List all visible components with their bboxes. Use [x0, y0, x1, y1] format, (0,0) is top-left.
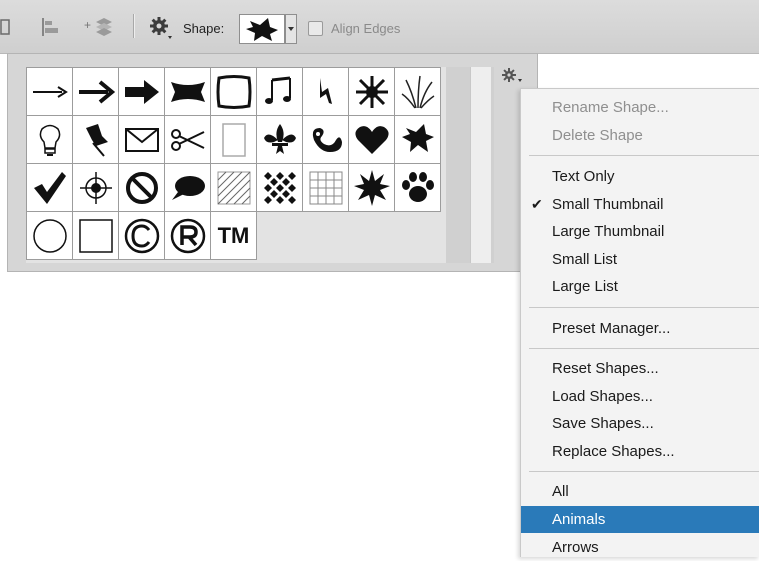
shape-checkmark[interactable] [27, 164, 73, 212]
menu-item-all[interactable]: All [521, 478, 759, 505]
path-operations-icon[interactable] [0, 18, 14, 43]
menu-separator [529, 348, 759, 349]
shape-speech-bubble[interactable] [165, 164, 211, 212]
gear-icon[interactable] [148, 15, 174, 46]
menu-separator [529, 471, 759, 472]
shape-bold-arrow[interactable] [73, 68, 119, 116]
shape-picker-caret[interactable] [285, 14, 297, 44]
menu-separator [529, 155, 759, 156]
shape-music-note[interactable] [257, 68, 303, 116]
shape-heart[interactable] [349, 116, 395, 164]
menu-item-replace-shapes[interactable]: Replace Shapes... [521, 438, 759, 465]
trademark-text: TM [217, 222, 250, 248]
shape-picker-button[interactable] [239, 14, 285, 44]
shape-checker-diamond[interactable] [257, 164, 303, 212]
shape-copyright[interactable] [119, 212, 165, 260]
shape-blank-page[interactable] [211, 116, 257, 164]
shape-picker-panel: TM [7, 53, 538, 272]
align-edges-checkbox[interactable] [308, 21, 323, 36]
shape-lightning-bolt[interactable] [303, 68, 349, 116]
shape-starburst[interactable] [349, 68, 395, 116]
shape-puzzle-splat[interactable] [395, 116, 441, 164]
menu-item-load-shapes[interactable]: Load Shapes... [521, 383, 759, 410]
menu-item-small-list[interactable]: Small List [521, 246, 759, 273]
shape-fleur-de-lis[interactable] [257, 116, 303, 164]
menu-item-reset-shapes[interactable]: Reset Shapes... [521, 355, 759, 382]
shape-picker-icon [246, 18, 278, 41]
path-arrangement-icon[interactable]: + [84, 15, 114, 44]
shape-label: Shape: [183, 21, 225, 36]
menu-item-delete-shape[interactable]: Delete Shape [521, 122, 759, 149]
menu-item-large-list[interactable]: Large List [521, 273, 759, 300]
shape-light-bulb[interactable] [27, 116, 73, 164]
svg-text:+: + [84, 18, 91, 32]
menu-item-animals[interactable]: Animals [521, 506, 759, 533]
shape-heavy-arrow[interactable] [119, 68, 165, 116]
menu-separator [529, 307, 759, 308]
menu-item-arrows[interactable]: Arrows [521, 534, 759, 561]
shape-diagonal-lines[interactable] [211, 164, 257, 212]
scrollbar-thumb[interactable] [470, 67, 491, 263]
shape-trademark[interactable]: TM [211, 212, 257, 260]
shape-envelope[interactable] [119, 116, 165, 164]
menu-item-large-thumbnail[interactable]: Large Thumbnail [521, 218, 759, 245]
options-bar: + Shape: Align Edges [0, 0, 759, 54]
menu-item-small-thumbnail[interactable]: ✔ Small Thumbnail [521, 191, 759, 218]
menu-item-preset-manager[interactable]: Preset Manager... [521, 315, 759, 342]
shape-picker-context-menu: Rename Shape... Delete Shape Text Only ✔… [520, 88, 759, 557]
checkmark-icon: ✔ [531, 196, 543, 212]
shape-frame-square[interactable] [211, 68, 257, 116]
shape-square-frame[interactable] [73, 212, 119, 260]
shape-grass[interactable] [395, 68, 441, 116]
shape-circle-frame[interactable] [27, 212, 73, 260]
shape-burst[interactable] [349, 164, 395, 212]
shape-grid: TM [26, 67, 441, 260]
shape-paw-print[interactable] [395, 164, 441, 212]
shape-target-crosshair[interactable] [73, 164, 119, 212]
panel-menu-gear-icon[interactable] [500, 66, 526, 86]
shape-banner[interactable] [165, 68, 211, 116]
align-edges-label: Align Edges [331, 21, 401, 36]
shape-pushpin[interactable] [73, 116, 119, 164]
menu-item-label: Small Thumbnail [552, 196, 664, 213]
path-alignment-icon[interactable] [40, 16, 62, 43]
shape-thin-arrow[interactable] [27, 68, 73, 116]
shape-ornament[interactable] [303, 116, 349, 164]
menu-item-text-only[interactable]: Text Only [521, 163, 759, 190]
shape-no-sign[interactable] [119, 164, 165, 212]
menu-item-save-shapes[interactable]: Save Shapes... [521, 410, 759, 437]
shape-grid[interactable] [303, 164, 349, 212]
shape-scissors[interactable] [165, 116, 211, 164]
shape-registered[interactable] [165, 212, 211, 260]
menu-item-rename-shape[interactable]: Rename Shape... [521, 94, 759, 121]
